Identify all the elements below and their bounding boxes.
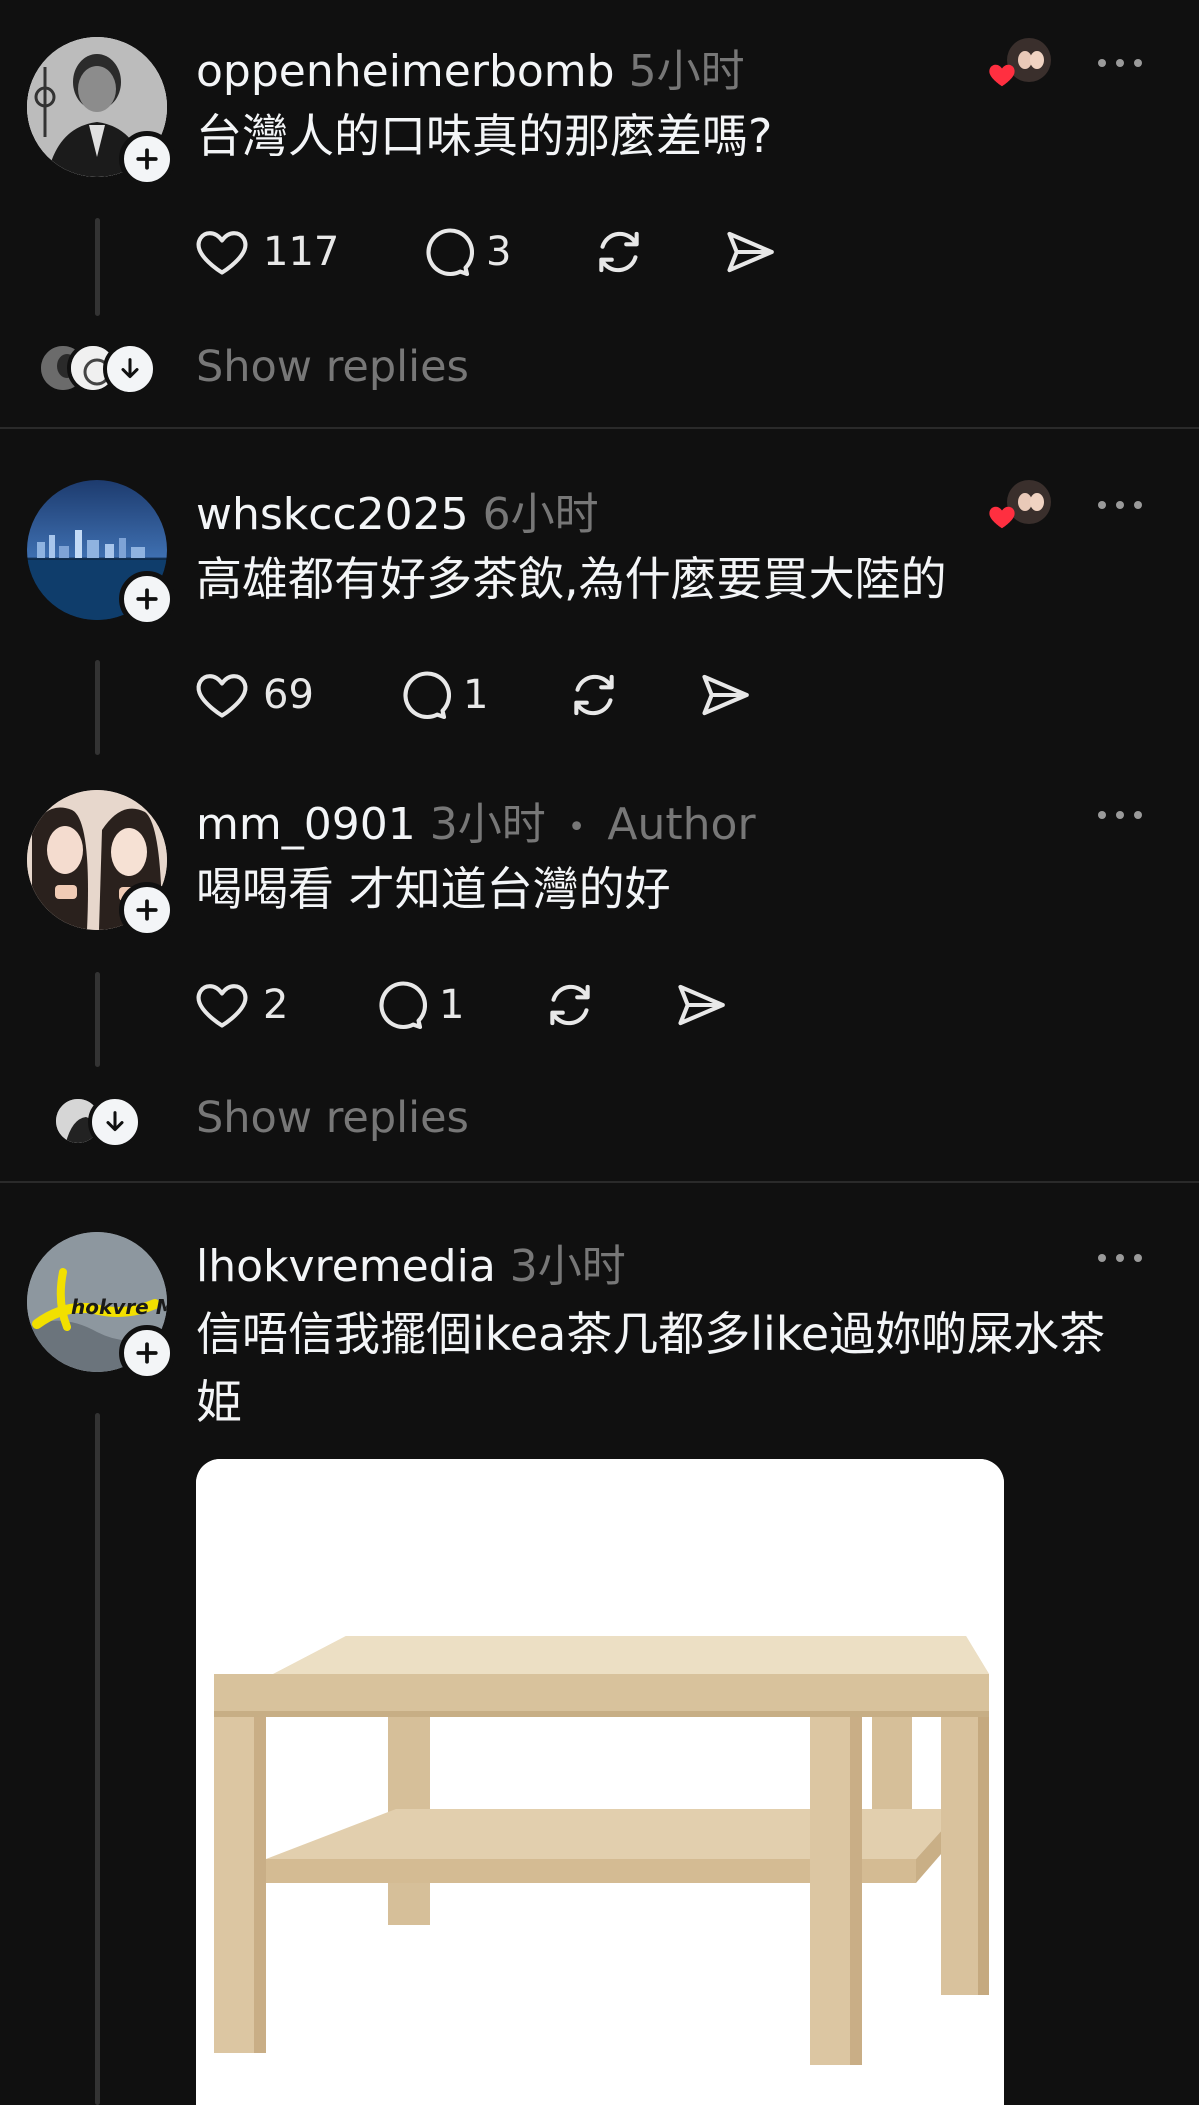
- reply-button[interactable]: 1: [369, 976, 541, 1034]
- show-replies-link[interactable]: Show replies: [196, 1093, 469, 1143]
- like-button[interactable]: 2: [193, 976, 369, 1034]
- username[interactable]: whskcc2025 6小时: [196, 478, 599, 542]
- more-options-button[interactable]: [1098, 1248, 1148, 1268]
- send-icon: [696, 666, 754, 724]
- separator-dot: •: [567, 809, 586, 845]
- plus-icon: [132, 584, 162, 614]
- plus-icon: [132, 1338, 162, 1368]
- share-button[interactable]: [721, 223, 779, 281]
- like-count: 69: [263, 672, 314, 718]
- send-icon: [721, 223, 779, 281]
- author-badge: Author: [607, 799, 756, 850]
- follow-button[interactable]: [119, 1325, 175, 1381]
- repost-button[interactable]: [590, 223, 721, 281]
- heart-icon: [193, 666, 251, 724]
- comment-icon: [369, 976, 427, 1034]
- more-icon: [1098, 501, 1106, 509]
- repost-button[interactable]: [565, 666, 696, 724]
- post-image[interactable]: [196, 1459, 1004, 2105]
- divider: [0, 427, 1199, 429]
- post-text: 信唔信我擺個ikea茶几都多like過妳啲屎水茶姫: [196, 1307, 1106, 1429]
- like-button[interactable]: 69: [193, 666, 393, 724]
- repost-icon: [565, 666, 623, 724]
- avatar-logo-text: hokvre Media: [71, 1295, 167, 1319]
- expand-replies-button[interactable]: [103, 342, 157, 396]
- username-text[interactable]: mm_0901: [196, 799, 416, 850]
- heart-icon: [193, 976, 251, 1034]
- send-icon: [672, 976, 730, 1034]
- reply-count: 1: [463, 672, 489, 718]
- comment-icon: [416, 223, 474, 281]
- show-replies-link[interactable]: Show replies: [196, 342, 469, 392]
- action-bar: 2 1: [193, 973, 730, 1037]
- coffee-table-image: [196, 1459, 1004, 2105]
- plus-icon: [132, 144, 162, 174]
- timestamp: 3小时: [509, 1241, 626, 1292]
- more-icon: [1098, 59, 1106, 67]
- repost-icon: [590, 223, 648, 281]
- timestamp: 5小时: [628, 46, 745, 97]
- username-text[interactable]: lhokvremedia: [196, 1241, 496, 1292]
- username[interactable]: lhokvremedia 3小时: [196, 1230, 626, 1294]
- action-bar: 117 3: [193, 220, 779, 284]
- show-replies-row[interactable]: Show replies: [0, 1090, 1199, 1160]
- more-options-button[interactable]: [1098, 495, 1148, 515]
- comment-icon: [393, 666, 451, 724]
- timestamp: 3小时: [429, 799, 546, 850]
- reply-count: 3: [486, 229, 512, 275]
- like-count: 117: [263, 229, 340, 275]
- share-button[interactable]: [696, 666, 754, 724]
- like-button[interactable]: 117: [193, 223, 416, 281]
- reply-count: 1: [439, 982, 465, 1028]
- like-count: 2: [263, 982, 289, 1028]
- repost-icon: [541, 976, 599, 1034]
- reply-button[interactable]: 3: [416, 223, 590, 281]
- more-options-button[interactable]: [1098, 805, 1148, 825]
- username-text[interactable]: oppenheimerbomb: [196, 46, 615, 97]
- action-bar: 69 1: [193, 663, 754, 727]
- more-icon: [1098, 811, 1106, 819]
- username[interactable]: oppenheimerbomb 5小时: [196, 35, 745, 99]
- divider: [0, 1181, 1199, 1183]
- reply-button[interactable]: 1: [393, 666, 565, 724]
- follow-button[interactable]: [119, 131, 175, 187]
- show-replies-row[interactable]: Show replies: [0, 336, 1199, 406]
- follow-button[interactable]: [119, 571, 175, 627]
- post-text: 台灣人的口味真的那麼差嗎?: [196, 109, 773, 163]
- thread-line: [95, 972, 100, 1067]
- follow-button[interactable]: [119, 882, 175, 938]
- repost-button[interactable]: [541, 976, 672, 1034]
- username-text[interactable]: whskcc2025: [196, 489, 469, 540]
- thread-line: [95, 218, 100, 316]
- expand-replies-button[interactable]: [88, 1095, 142, 1149]
- more-options-button[interactable]: [1098, 53, 1148, 73]
- username[interactable]: mm_0901 3小时 • Author: [196, 788, 756, 852]
- plus-icon: [132, 895, 162, 925]
- post-text: 喝喝看 才知道台灣的好: [196, 862, 671, 916]
- heart-icon: [193, 223, 251, 281]
- thread-line: [95, 660, 100, 755]
- more-icon: [1098, 1254, 1106, 1262]
- liked-heart-icon: [989, 64, 1015, 87]
- liker-avatar[interactable]: [989, 36, 1051, 92]
- liker-avatar[interactable]: [989, 478, 1051, 534]
- liked-heart-icon: [989, 506, 1015, 529]
- arrow-down-icon: [101, 1108, 129, 1136]
- timestamp: 6小时: [482, 489, 599, 540]
- thread-line: [95, 1413, 100, 2105]
- share-button[interactable]: [672, 976, 730, 1034]
- post-text: 高雄都有好多茶飲,為什麼要買大陸的: [196, 552, 947, 606]
- arrow-down-icon: [116, 355, 144, 383]
